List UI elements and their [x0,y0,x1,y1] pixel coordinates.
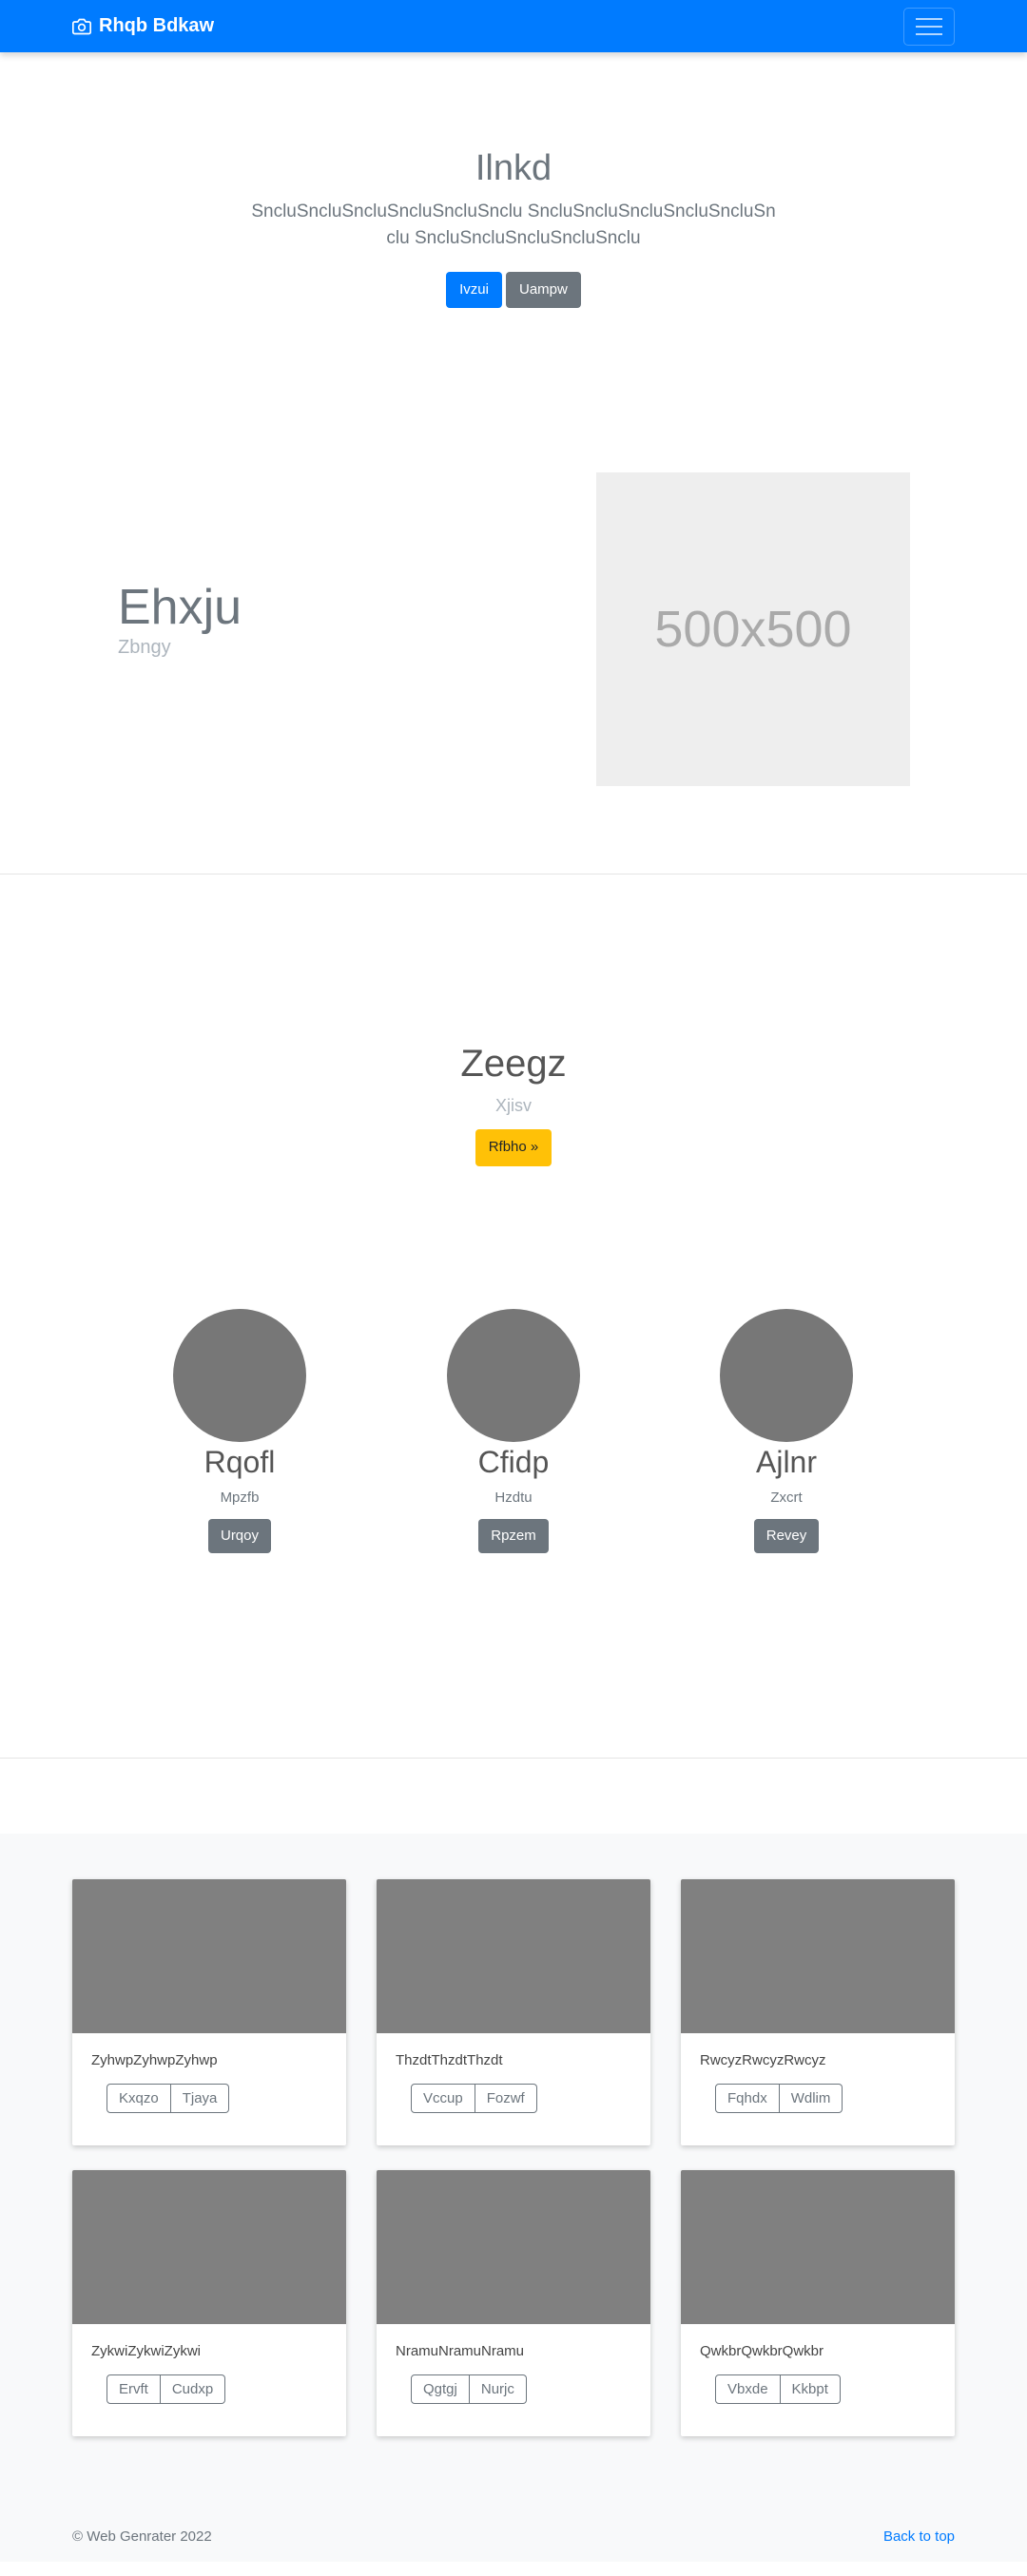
footer-copyright: © Web Genrater 2022 [72,2528,212,2545]
card-thumbnail [681,1879,955,2033]
card-edit-button[interactable]: Cudxp [160,2374,226,2404]
hero-buttons: Ivzui Uampw [0,271,1027,309]
card-text: ZyhwpZyhwpZyhwp [91,2052,218,2068]
hero-primary-button[interactable]: Ivzui [446,271,502,309]
center-action-button[interactable]: Rfbho » [475,1129,552,1166]
person-name: Rqofl [203,1444,276,1479]
card-thumbnail [377,1879,650,2033]
card-view-button[interactable]: Vccup [411,2084,475,2113]
card-view-button[interactable]: Fqhdx [715,2084,780,2113]
card-button-group: Qgtgj Nurjc [411,2374,527,2404]
person-card: Cfidp Hzdtu Rpzem [409,1308,618,1554]
hero-title: Ilnkd [475,148,552,188]
card-thumbnail [72,2170,346,2324]
brand-name[interactable]: Rhqb Bdkaw [99,15,214,37]
album-section: ZyhwpZyhwpZyhwp Kxqzo Tjaya ThzdtThzdtTh… [0,1834,1027,2513]
person-button[interactable]: Rpzem [478,1518,549,1554]
hero-secondary-button[interactable]: Uampw [505,271,581,309]
person-role: Zxcrt [770,1489,803,1506]
person-button[interactable]: Revey [753,1518,820,1554]
card-button-group: Kxqzo Tjaya [107,2084,230,2113]
card-text: QwkbrQwkbrQwkbr [700,2343,824,2359]
card-view-button[interactable]: Ervft [107,2374,161,2404]
card-button-group: Vccup Fozwf [411,2084,537,2113]
camera-icon [72,18,91,34]
feature-heading: Ehxju [118,580,242,635]
feature-placeholder-image: 500x500 [596,472,910,786]
album-card: ZyhwpZyhwpZyhwp Kxqzo Tjaya [72,1879,346,2145]
card-text: RwcyzRwcyzRwcyz [700,2052,826,2068]
avatar [720,1308,853,1442]
avatar [173,1308,306,1442]
center-section: Zeegz Xjisv Rfbho » Rqofl Mpzfb Urqoy Cf… [0,875,1027,1759]
hero-section: Ilnkd SncluSncluSncluSncluSncluSnclu Snc… [0,52,1027,404]
album-card: NramuNramuNramu Qgtgj Nurjc [377,2170,650,2436]
card-button-group: Ervft Cudxp [107,2374,226,2404]
people-row: Rqofl Mpzfb Urqoy Cfidp Hzdtu Rpzem Ajln… [0,1308,1027,1689]
person-button[interactable]: Urqoy [207,1518,271,1554]
album-card: QwkbrQwkbrQwkbr Vbxde Kkbpt [681,2170,955,2436]
center-title: Zeegz [460,1043,567,1085]
navbar-brand[interactable]: Rhqb Bdkaw [72,0,214,52]
placeholder-label: 500x500 [654,601,852,658]
card-text: NramuNramuNramu [396,2343,525,2359]
card-edit-button[interactable]: Tjaya [170,2084,230,2113]
card-view-button[interactable]: Kxqzo [107,2084,171,2113]
card-thumbnail [681,2170,955,2324]
album-card: ZykwiZykwiZykwi Ervft Cudxp [72,2170,346,2436]
card-edit-button[interactable]: Nurjc [469,2374,527,2404]
card-edit-button[interactable]: Wdlim [779,2084,843,2113]
center-subtitle: Xjisv [494,1096,532,1115]
feature-section: Ehxju Zbngy 500x500 [0,404,1027,875]
person-role: Hzdtu [494,1489,533,1506]
card-text: ThzdtThzdtThzdt [396,2052,503,2068]
album-card: ThzdtThzdtThzdt Vccup Fozwf [377,1879,650,2145]
feature-subheading: Zbngy [118,637,171,658]
back-to-top-link[interactable]: Back to top [883,2528,955,2545]
avatar [447,1308,580,1442]
person-card: Rqofl Mpzfb Urqoy [135,1308,344,1554]
card-button-group: Vbxde Kkbpt [715,2374,841,2404]
person-role: Mpzfb [220,1489,260,1506]
navbar: Rhqb Bdkaw [0,0,1027,52]
card-view-button[interactable]: Qgtgj [411,2374,470,2404]
person-name: Ajlnr [755,1444,817,1479]
card-text: ZykwiZykwiZykwi [91,2343,201,2359]
card-edit-button[interactable]: Kkbpt [780,2374,841,2404]
card-thumbnail [72,1879,346,2033]
card-button-group: Fqhdx Wdlim [715,2084,843,2113]
navbar-toggler-button[interactable] [903,8,955,46]
person-card: Ajlnr Zxcrt Revey [682,1308,891,1554]
footer: © Web Genrater 2022 Back to top [0,2513,1027,2562]
hamburger-menu-icon [916,18,942,20]
card-edit-button[interactable]: Fozwf [475,2084,537,2113]
card-thumbnail [377,2170,650,2324]
person-name: Cfidp [477,1444,550,1479]
hero-lead: SncluSncluSncluSncluSncluSnclu SncluSncl… [251,201,776,249]
album-card: RwcyzRwcyzRwcyz Fqhdx Wdlim [681,1879,955,2145]
card-view-button[interactable]: Vbxde [715,2374,781,2404]
